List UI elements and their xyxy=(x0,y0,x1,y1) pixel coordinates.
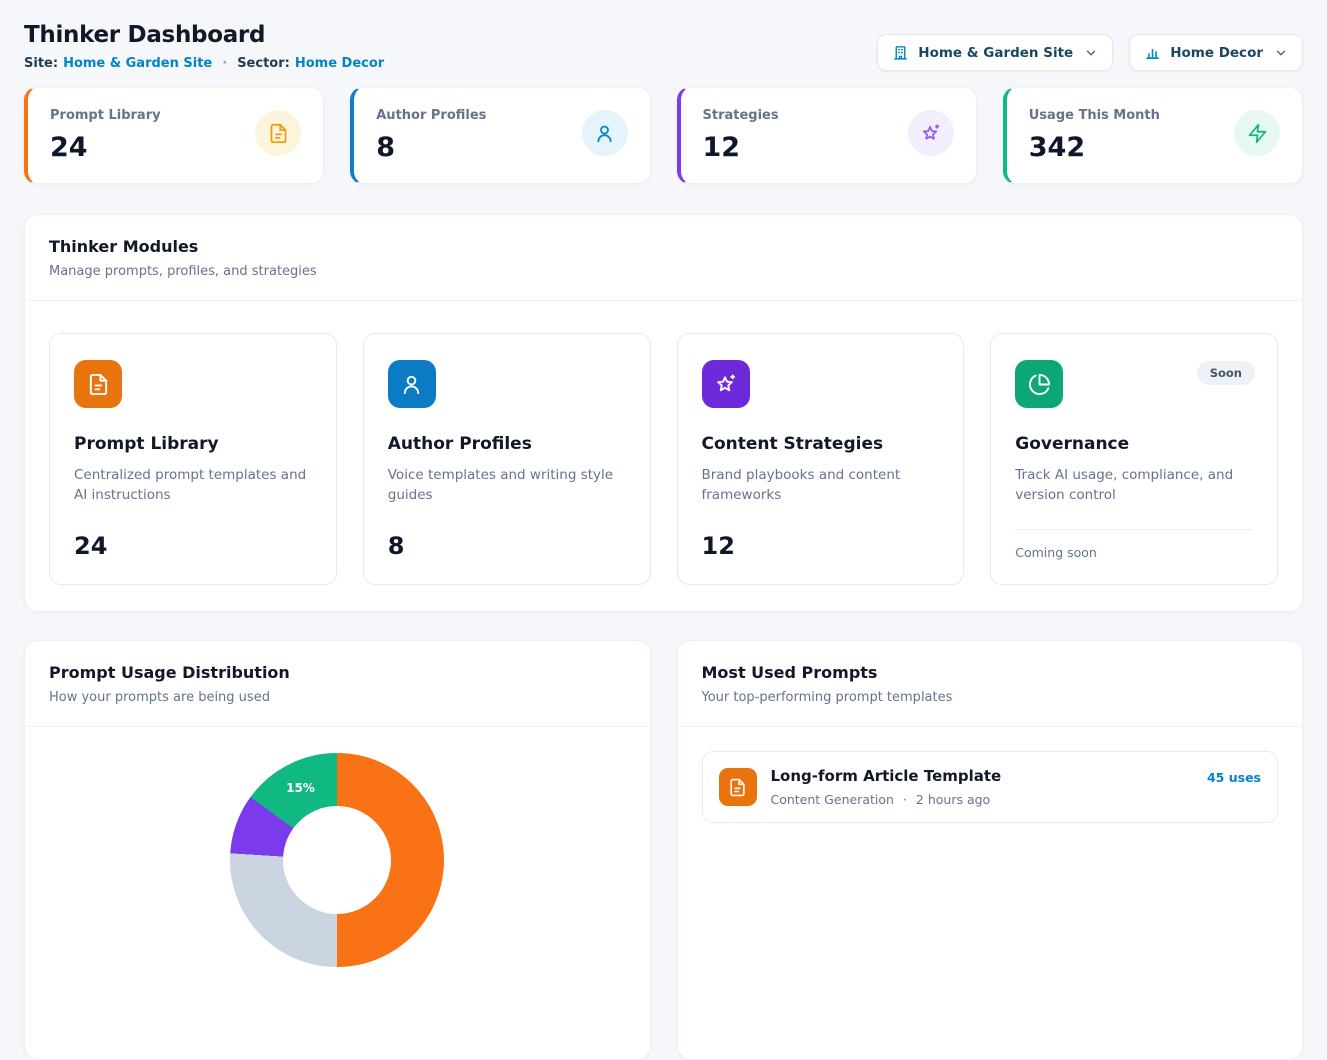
stat-card-author-profiles: Author Profiles 8 xyxy=(350,87,650,184)
most-used-prompts-card: Most Used Prompts Your top-performing pr… xyxy=(677,640,1304,1060)
lightning-icon xyxy=(1234,110,1280,156)
module-count: 24 xyxy=(74,512,312,560)
module-count: 8 xyxy=(388,512,626,560)
page-title: Thinker Dashboard xyxy=(24,22,384,48)
stat-label: Prompt Library xyxy=(50,108,161,123)
sector-label: Sector: xyxy=(237,56,290,71)
building-icon xyxy=(892,44,909,61)
section-title: Thinker Modules xyxy=(49,237,1278,256)
stat-card-prompt-library: Prompt Library 24 xyxy=(24,87,324,184)
pie-chart-icon xyxy=(1015,360,1063,408)
bottom-row: Prompt Usage Distribution How your promp… xyxy=(24,640,1303,1060)
module-footer: Coming soon xyxy=(1015,529,1253,560)
divider xyxy=(1015,529,1253,530)
module-description: Brand playbooks and content frameworks xyxy=(702,465,940,506)
sector-selector-button[interactable]: Home Decor xyxy=(1129,34,1303,71)
module-count: 12 xyxy=(702,512,940,560)
prompts-card-header: Most Used Prompts Your top-performing pr… xyxy=(678,641,1303,727)
section-subtitle: How your prompts are being used xyxy=(49,690,626,705)
stat-label: Strategies xyxy=(703,108,779,123)
chevron-down-icon xyxy=(1084,46,1098,60)
sparkle-star-icon xyxy=(908,110,954,156)
site-label: Site: xyxy=(24,56,58,71)
prompt-usage-card: Prompt Usage Distribution How your promp… xyxy=(24,640,651,1060)
module-title: Content Strategies xyxy=(702,434,940,454)
donut-chart-wrap: 15% xyxy=(230,753,444,967)
soon-badge: Soon xyxy=(1197,361,1255,385)
stat-value: 24 xyxy=(50,132,161,163)
section-title: Most Used Prompts xyxy=(702,663,1279,682)
module-card-governance[interactable]: Soon Governance Track AI usage, complian… xyxy=(990,333,1278,585)
stat-label: Author Profiles xyxy=(376,108,486,123)
usage-card-header: Prompt Usage Distribution How your promp… xyxy=(25,641,650,727)
module-card-prompt-library[interactable]: Prompt Library Centralized prompt templa… xyxy=(49,333,337,585)
stat-card-usage: Usage This Month 342 xyxy=(1003,87,1303,184)
section-title: Prompt Usage Distribution xyxy=(49,663,626,682)
stat-label: Usage This Month xyxy=(1029,108,1160,123)
breadcrumb: Site: Home & Garden Site · Sector: Home … xyxy=(24,56,384,71)
module-title: Author Profiles xyxy=(388,434,626,454)
section-subtitle: Your top-performing prompt templates xyxy=(702,690,1279,705)
coming-soon-text: Coming soon xyxy=(1015,545,1253,560)
modules-section-header: Thinker Modules Manage prompts, profiles… xyxy=(25,215,1302,301)
module-description: Centralized prompt templates and AI inst… xyxy=(74,465,312,506)
stat-value: 342 xyxy=(1029,132,1160,163)
bar-chart-icon xyxy=(1144,44,1161,61)
thinker-modules-section: Thinker Modules Manage prompts, profiles… xyxy=(24,214,1303,612)
thinker-dashboard-page: { "header": { "title": "Thinker Dashboar… xyxy=(0,0,1327,826)
breadcrumb-separator: · xyxy=(222,56,227,71)
document-icon xyxy=(719,768,757,806)
module-description: Track AI usage, compliance, and version … xyxy=(1015,465,1253,506)
section-subtitle: Manage prompts, profiles, and strategies xyxy=(49,264,1278,279)
module-description: Voice templates and writing style guides xyxy=(388,465,626,506)
donut-segment-label: 15% xyxy=(286,781,315,795)
uses-badge: 45 uses xyxy=(1207,770,1261,785)
donut-hole xyxy=(283,806,391,914)
prompt-meta: Content Generation · 2 hours ago xyxy=(771,792,1193,807)
sector-link[interactable]: Home Decor xyxy=(295,56,384,71)
document-icon xyxy=(74,360,122,408)
prompt-category: Content Generation xyxy=(771,792,894,807)
module-card-author-profiles[interactable]: Author Profiles Voice templates and writ… xyxy=(363,333,651,585)
module-title: Governance xyxy=(1015,434,1253,454)
prompt-time: 2 hours ago xyxy=(916,792,990,807)
stats-row: Prompt Library 24 Author Profiles 8 Stra… xyxy=(24,87,1303,184)
prompts-list: Long-form Article Template Content Gener… xyxy=(678,727,1303,847)
modules-grid: Prompt Library Centralized prompt templa… xyxy=(25,301,1302,611)
prompt-title: Long-form Article Template xyxy=(771,767,1193,785)
stat-value: 8 xyxy=(376,132,486,163)
document-icon xyxy=(255,110,301,156)
site-link[interactable]: Home & Garden Site xyxy=(63,56,212,71)
stat-card-strategies: Strategies 12 xyxy=(677,87,977,184)
chevron-down-icon xyxy=(1274,46,1288,60)
sparkle-star-icon xyxy=(702,360,750,408)
header: Thinker Dashboard Site: Home & Garden Si… xyxy=(24,22,1303,71)
prompt-list-item[interactable]: Long-form Article Template Content Gener… xyxy=(702,751,1279,823)
header-left: Thinker Dashboard Site: Home & Garden Si… xyxy=(24,22,384,71)
stat-value: 12 xyxy=(703,132,779,163)
module-title: Prompt Library xyxy=(74,434,312,454)
meta-separator: · xyxy=(903,792,907,807)
header-selectors: Home & Garden Site Home Decor xyxy=(877,34,1303,71)
site-selector-button[interactable]: Home & Garden Site xyxy=(877,34,1113,71)
sector-selector-label: Home Decor xyxy=(1170,45,1263,61)
site-selector-label: Home & Garden Site xyxy=(918,45,1073,61)
module-card-content-strategies[interactable]: Content Strategies Brand playbooks and c… xyxy=(677,333,965,585)
person-icon xyxy=(388,360,436,408)
person-icon xyxy=(582,110,628,156)
